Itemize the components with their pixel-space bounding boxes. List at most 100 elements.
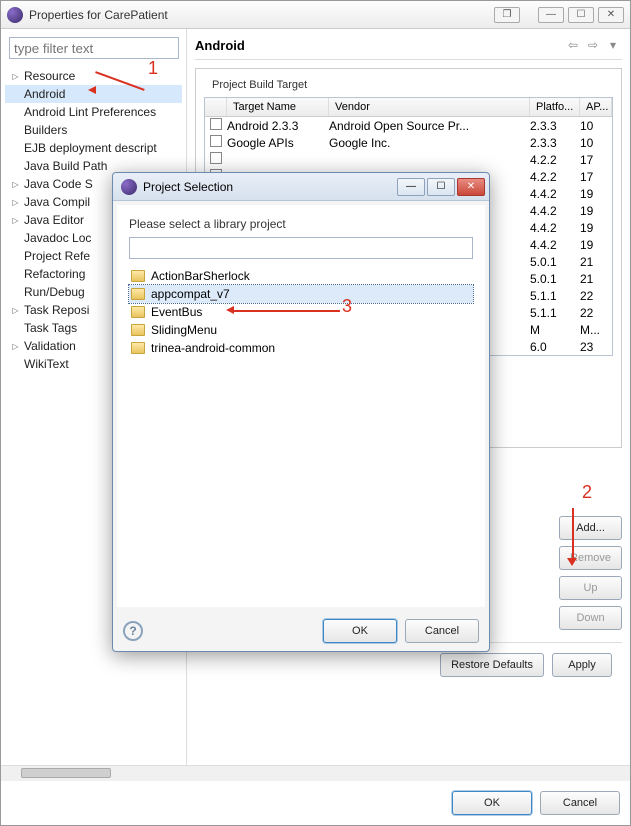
help-icon[interactable]: ? (123, 621, 143, 641)
cell-api: 19 (580, 221, 612, 235)
eclipse-icon (7, 7, 23, 23)
restore-defaults-button[interactable]: Restore Defaults (440, 653, 544, 677)
tree-item[interactable]: ▷Resource (5, 67, 182, 85)
window-title: Properties for CarePatient (29, 8, 494, 22)
expander-icon[interactable]: ▷ (11, 216, 20, 225)
project-list-item[interactable]: ActionBarSherlock (129, 267, 473, 285)
cell-api: 23 (580, 340, 612, 354)
dialog-title: Project Selection (143, 180, 397, 194)
project-list-label: EventBus (151, 305, 202, 319)
up-button[interactable]: Up (559, 576, 622, 600)
expander-icon[interactable]: ▷ (11, 72, 20, 81)
cell-platform: 4.4.2 (530, 204, 580, 218)
tree-item-label: Android (24, 87, 65, 101)
remove-button[interactable]: Remove (559, 546, 622, 570)
expander-icon[interactable] (11, 108, 20, 117)
cell-platform: M (530, 323, 580, 337)
tree-item-label: Project Refe (24, 249, 90, 263)
cell-api: 21 (580, 255, 612, 269)
project-list-item[interactable]: appcompat_v7 (129, 285, 473, 303)
target-row[interactable]: Android 2.3.3Android Open Source Pr...2.… (205, 117, 612, 134)
expander-icon[interactable] (11, 90, 20, 99)
add-button[interactable]: Add... (559, 516, 622, 540)
maximize-icon[interactable]: ☐ (568, 7, 594, 23)
horizontal-scrollbar[interactable] (1, 765, 630, 781)
cell-platform: 5.1.1 (530, 289, 580, 303)
tree-item[interactable]: Android Lint Preferences (5, 103, 182, 121)
tree-item[interactable]: Android (5, 85, 182, 103)
project-selection-dialog: Project Selection — ☐ ✕ Please select a … (112, 172, 490, 652)
expander-icon[interactable]: ▷ (11, 342, 20, 351)
tree-item-label: Java Code S (24, 177, 93, 191)
expander-icon[interactable] (11, 162, 20, 171)
target-row[interactable]: Google APIsGoogle Inc.2.3.310 (205, 134, 612, 151)
cell-name: Android 2.3.3 (227, 119, 329, 133)
dialog-minimize-icon[interactable]: — (397, 178, 425, 196)
down-button[interactable]: Down (559, 606, 622, 630)
checkbox[interactable] (210, 135, 222, 147)
col-target-name: Target Name (227, 98, 329, 116)
minimize-icon[interactable]: — (538, 7, 564, 23)
folder-icon (131, 306, 145, 318)
tree-item-label: EJB deployment descript (24, 141, 157, 155)
col-api: AP... (580, 98, 612, 116)
forward-icon[interactable]: ⇨ (584, 37, 602, 53)
tree-item[interactable]: EJB deployment descript (5, 139, 182, 157)
close-icon[interactable]: ✕ (598, 7, 624, 23)
folder-icon (131, 324, 145, 336)
tree-item-label: Task Tags (24, 321, 77, 335)
dialog-close-icon[interactable]: ✕ (457, 178, 485, 196)
cell-platform: 5.0.1 (530, 255, 580, 269)
scrollbar-thumb[interactable] (21, 768, 111, 778)
cell-name: Google APIs (227, 136, 329, 150)
project-list-item[interactable]: trinea-android-common (129, 339, 473, 357)
project-list-label: SlidingMenu (151, 323, 217, 337)
expander-icon[interactable] (11, 324, 20, 333)
group-title: Project Build Target (208, 79, 311, 91)
checkbox[interactable] (210, 118, 222, 130)
ok-button[interactable]: OK (452, 791, 532, 815)
tree-item-label: Task Reposi (24, 303, 89, 317)
expander-icon[interactable]: ▷ (11, 180, 20, 189)
cell-api: 19 (580, 238, 612, 252)
restore-icon[interactable]: ❐ (494, 7, 520, 23)
tree-item-label: Android Lint Preferences (24, 105, 156, 119)
tree-item[interactable]: Builders (5, 121, 182, 139)
expander-icon[interactable] (11, 252, 20, 261)
expander-icon[interactable] (11, 234, 20, 243)
expander-icon[interactable]: ▷ (11, 198, 20, 207)
project-list-label: appcompat_v7 (151, 287, 230, 301)
expander-icon[interactable] (11, 126, 20, 135)
dialog-maximize-icon[interactable]: ☐ (427, 178, 455, 196)
tree-item-label: Java Editor (24, 213, 84, 227)
filter-input[interactable] (9, 37, 179, 59)
expander-icon[interactable] (11, 360, 20, 369)
tree-item-label: Builders (24, 123, 67, 137)
cell-platform: 2.3.3 (530, 136, 580, 150)
cell-api: 19 (580, 204, 612, 218)
titlebar: Properties for CarePatient ❐ — ☐ ✕ (1, 1, 630, 29)
dialog-filter-input[interactable] (129, 237, 473, 259)
project-list-item[interactable]: EventBus (129, 303, 473, 321)
expander-icon[interactable] (11, 288, 20, 297)
cell-api: 17 (580, 153, 612, 167)
back-icon[interactable]: ⇦ (564, 37, 582, 53)
project-list[interactable]: ActionBarSherlock appcompat_v7 EventBus Sli… (129, 267, 473, 595)
dialog-cancel-button[interactable]: Cancel (405, 619, 479, 643)
expander-icon[interactable] (11, 270, 20, 279)
apply-button[interactable]: Apply (552, 653, 612, 677)
dialog-ok-button[interactable]: OK (323, 619, 397, 643)
project-list-item[interactable]: SlidingMenu (129, 321, 473, 339)
tree-item-label: Refactoring (24, 267, 85, 281)
expander-icon[interactable] (11, 144, 20, 153)
cell-api: 22 (580, 289, 612, 303)
menu-dropdown-icon[interactable]: ▾ (604, 37, 622, 53)
cell-api: 10 (580, 119, 612, 133)
checkbox[interactable] (210, 152, 222, 164)
target-row[interactable]: 4.2.217 (205, 151, 612, 168)
tree-item-label: Java Build Path (24, 159, 107, 173)
cell-platform: 4.4.2 (530, 221, 580, 235)
cancel-button[interactable]: Cancel (540, 791, 620, 815)
dialog-titlebar: Project Selection — ☐ ✕ (113, 173, 489, 201)
expander-icon[interactable]: ▷ (11, 306, 20, 315)
